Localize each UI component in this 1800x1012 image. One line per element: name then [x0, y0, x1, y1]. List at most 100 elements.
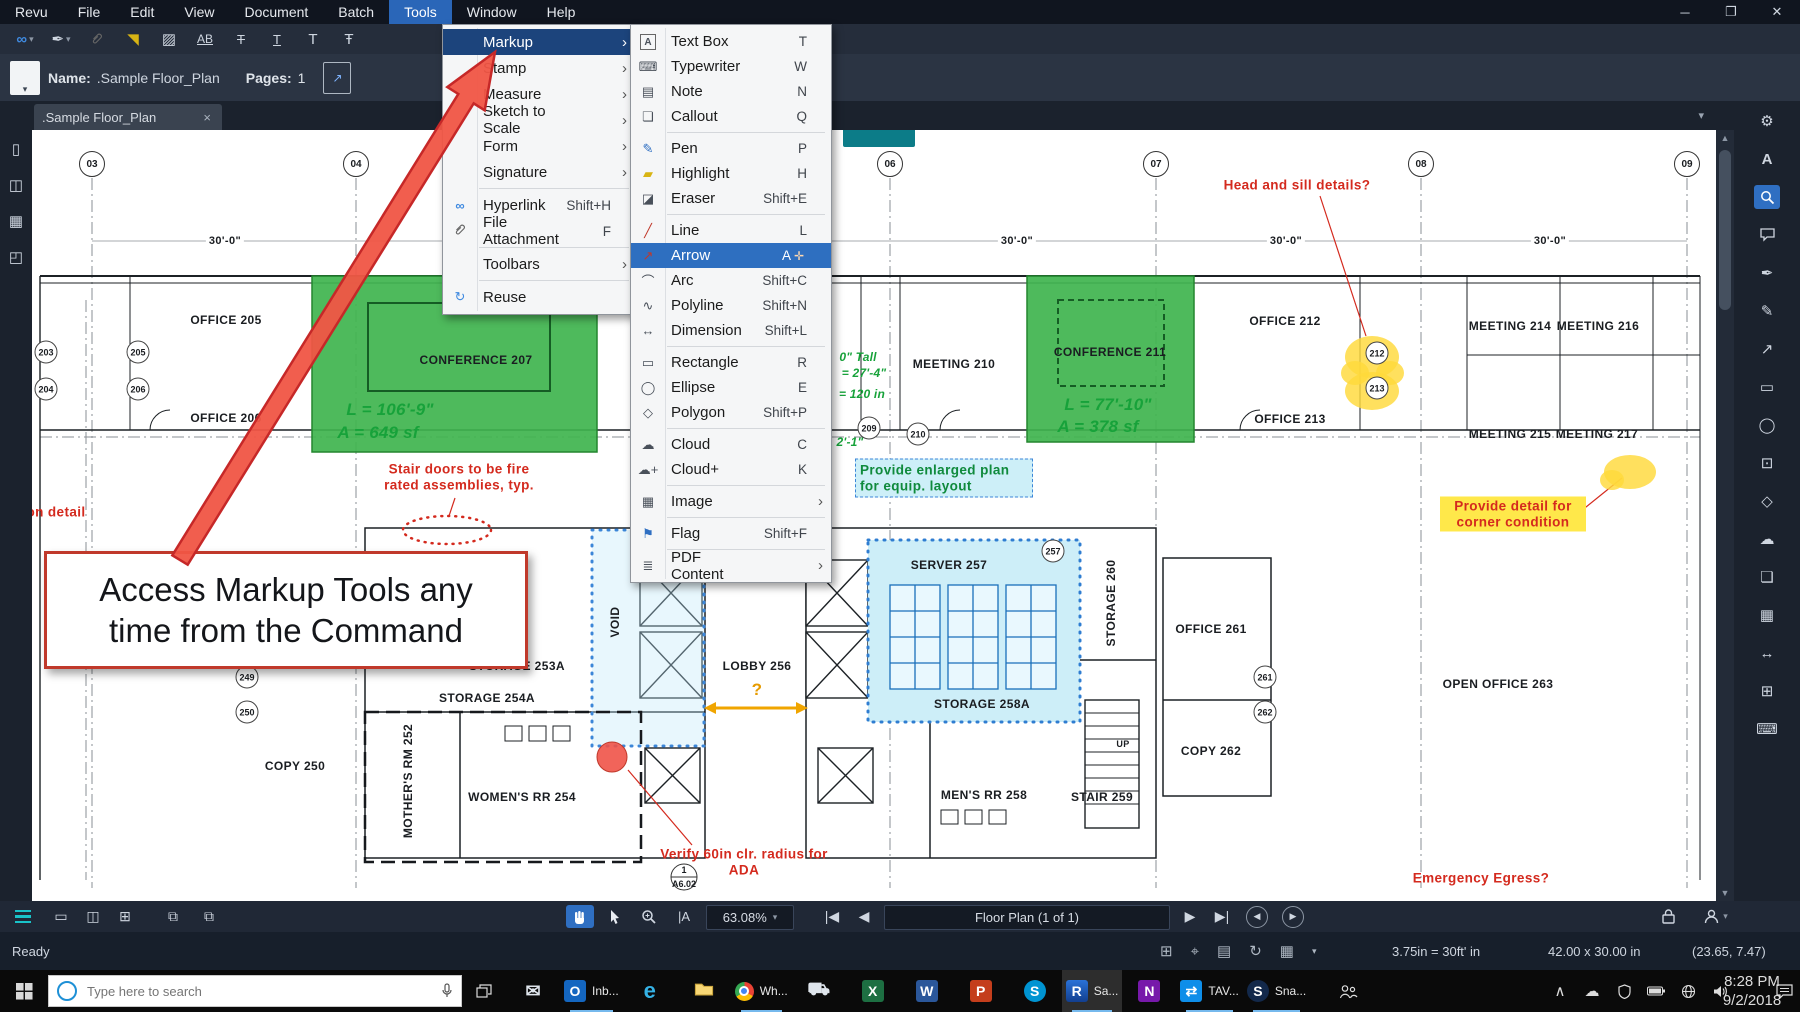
menu-item-cloud[interactable]: ☁CloudC [631, 432, 831, 457]
start-button[interactable] [0, 970, 48, 1012]
menu-item-pdf-content[interactable]: ≣PDF Content› [631, 553, 831, 578]
corner-label[interactable]: Provide detail for corner condition [1440, 496, 1586, 531]
arrow-tool-icon[interactable]: ↗ [1754, 337, 1780, 361]
quad-view-icon[interactable]: ⊞ [112, 905, 138, 928]
menu-item-polygon[interactable]: ◇PolygonShift+P [631, 400, 831, 425]
menubar-item-window[interactable]: Window [452, 0, 532, 24]
page-label-box[interactable]: Floor Plan (1 of 1) [884, 905, 1170, 930]
taskbar-app-file-explorer[interactable] [677, 970, 731, 1012]
vertical-scrollbar[interactable]: ▲ ▼ [1716, 130, 1734, 901]
taskbar-clock[interactable]: 8:28 PM 9/2/2018 [1736, 970, 1768, 1012]
menubar-item-file[interactable]: File [63, 0, 116, 24]
meas211l-label[interactable]: L = 77'-10" [1064, 395, 1151, 415]
image-stamp-icon[interactable]: ▨ [154, 27, 184, 51]
menu-item-signature[interactable]: Signature› [443, 159, 635, 185]
calligraphy-icon[interactable]: ✒ [1754, 261, 1780, 285]
pin-icon[interactable]: ✛ [791, 249, 807, 263]
thumbnails-icon[interactable]: ▦ [9, 212, 23, 230]
page-setup-icon[interactable]: ▤ [1217, 942, 1231, 960]
menu-item-dimension[interactable]: ↔DimensionShift+L [631, 318, 831, 343]
meas207a-label[interactable]: A = 649 sf [337, 423, 418, 443]
pen-tool-icon[interactable]: ✎ [1754, 299, 1780, 323]
enlarged-label[interactable]: Provide enlarged plan for equip. layout [855, 458, 1033, 497]
spellcheck-icon[interactable]: AB [190, 27, 220, 51]
grid-toggle-icon[interactable]: ⊞ [1160, 942, 1173, 960]
select-tool-button[interactable] [602, 905, 628, 928]
egress-label[interactable]: Emergency Egress? [1413, 871, 1550, 886]
menu-item-toolbars[interactable]: Toolbars› [443, 251, 635, 277]
taskbar-app-onenote[interactable]: N [1122, 970, 1176, 1012]
last-page-button[interactable]: ▶| [1210, 905, 1234, 928]
menubar-item-batch[interactable]: Batch [323, 0, 389, 24]
hyperlink-icon[interactable]: ∞▾ [10, 27, 40, 51]
scroll-up-icon[interactable]: ▲ [1716, 130, 1734, 146]
meas207l-label[interactable]: L = 106'-9" [346, 400, 433, 420]
close-icon[interactable]: ✕ [1754, 0, 1800, 24]
menu-item-cloud-[interactable]: ☁+Cloud+K [631, 457, 831, 482]
menu-item-line[interactable]: ╱LineL [631, 218, 831, 243]
taskbar-app-chrome[interactable]: Wh... [731, 970, 792, 1012]
security-shield-icon[interactable] [1608, 970, 1640, 1012]
onedrive-icon[interactable]: ☁ [1576, 970, 1608, 1012]
callout-markup[interactable]: Access Markup Tools any time from the Co… [44, 551, 528, 669]
text-strike-icon[interactable]: T [226, 27, 256, 51]
taskbar-search[interactable] [48, 975, 462, 1007]
m21-label[interactable]: 2'-1" [837, 435, 864, 449]
file-access-icon[interactable]: ▯ [12, 140, 20, 158]
menu-item-rectangle[interactable]: ▭RectangleR [631, 350, 831, 375]
menu-item-typewriter[interactable]: ⌨TypewriterW [631, 54, 831, 79]
menu-item-highlight[interactable]: ▰HighlightH [631, 161, 831, 186]
menu-item-stamp[interactable]: Stamp› [443, 55, 635, 81]
dimension-tool-icon[interactable]: ↔ [1754, 641, 1780, 665]
tab-close-icon[interactable]: × [200, 110, 214, 125]
rectangle-tool-icon[interactable]: ▭ [1754, 375, 1780, 399]
taskbar-app-edge[interactable]: e [623, 970, 677, 1012]
callout-tool-icon[interactable]: ❏ [1754, 565, 1780, 589]
previous-page-button[interactable]: ◀ [852, 905, 876, 928]
taskbar-app-excel[interactable]: X [846, 970, 900, 1012]
cloud-tool-icon[interactable]: ☁ [1754, 527, 1780, 551]
menu-item-form[interactable]: Form› [443, 133, 635, 159]
search-icon[interactable] [1754, 185, 1780, 209]
scroll-thumb[interactable] [1719, 150, 1731, 310]
menubar-item-view[interactable]: View [169, 0, 229, 24]
menu-item-note[interactable]: ▤NoteN [631, 79, 831, 104]
profile-button[interactable]: ▾ [1696, 905, 1736, 928]
menu-item-callout[interactable]: ❏CalloutQ [631, 104, 831, 129]
taskbar-app-store[interactable]: ⛟ [792, 970, 846, 1012]
menubar-item-help[interactable]: Help [532, 0, 591, 24]
mtall-label[interactable]: 0" Tall [839, 350, 876, 364]
taskbar-app-skype[interactable]: S [1008, 970, 1062, 1012]
maximize-icon[interactable]: ❐ [1708, 0, 1754, 24]
m120-label[interactable]: = 120 in [839, 387, 885, 401]
sync-icon[interactable]: ↻ [1249, 942, 1262, 960]
snapshot-tool-icon[interactable]: ⊡ [1754, 451, 1780, 475]
markup-comment-icon[interactable] [1754, 223, 1780, 247]
menu-item-flag[interactable]: ⚑FlagShift+F [631, 521, 831, 546]
menu-item-polyline[interactable]: ∿PolylineShift+N [631, 293, 831, 318]
lobbyq-label[interactable]: ? [752, 680, 763, 700]
text-underline-icon[interactable]: T [262, 27, 292, 51]
ondetail-label[interactable]: on detail [26, 505, 85, 520]
table-tool-icon[interactable]: ⊞ [1754, 679, 1780, 703]
menubar-item-revu[interactable]: Revu [0, 0, 63, 24]
next-view-button[interactable]: ▶ [1282, 905, 1304, 928]
insert-page-icon[interactable]: ↗ [323, 62, 351, 94]
page-thumbnail-button[interactable]: ▾ [10, 61, 40, 95]
next-page-button[interactable]: ▶ [1178, 905, 1202, 928]
keyboard-icon[interactable]: ⌨ [1754, 717, 1780, 741]
taskbar-app-revu[interactable]: RSa... [1062, 970, 1123, 1012]
single-page-view-icon[interactable]: ▭ [48, 905, 74, 928]
menu-item-text-box[interactable]: AText BoxT [631, 29, 831, 54]
zoom-tool-button[interactable] [636, 905, 662, 928]
tab-list-chevron-icon[interactable]: ▾ [1698, 109, 1704, 122]
task-view-button[interactable] [462, 970, 506, 1012]
taskbar-app-teamviewer[interactable]: ⇄TAV... [1176, 970, 1242, 1012]
menu-item-pen[interactable]: ✎PenP [631, 136, 831, 161]
previous-view-button[interactable]: ◀ [1246, 905, 1268, 928]
ellipse-tool-icon[interactable]: ◯ [1754, 413, 1780, 437]
people-button[interactable] [1328, 970, 1368, 1012]
text-plus-icon[interactable]: Ŧ [334, 27, 364, 51]
zoom-level-select[interactable]: 63.08% ▾ [706, 905, 794, 930]
snap-toggle-icon[interactable]: ⌖ [1191, 943, 1199, 960]
